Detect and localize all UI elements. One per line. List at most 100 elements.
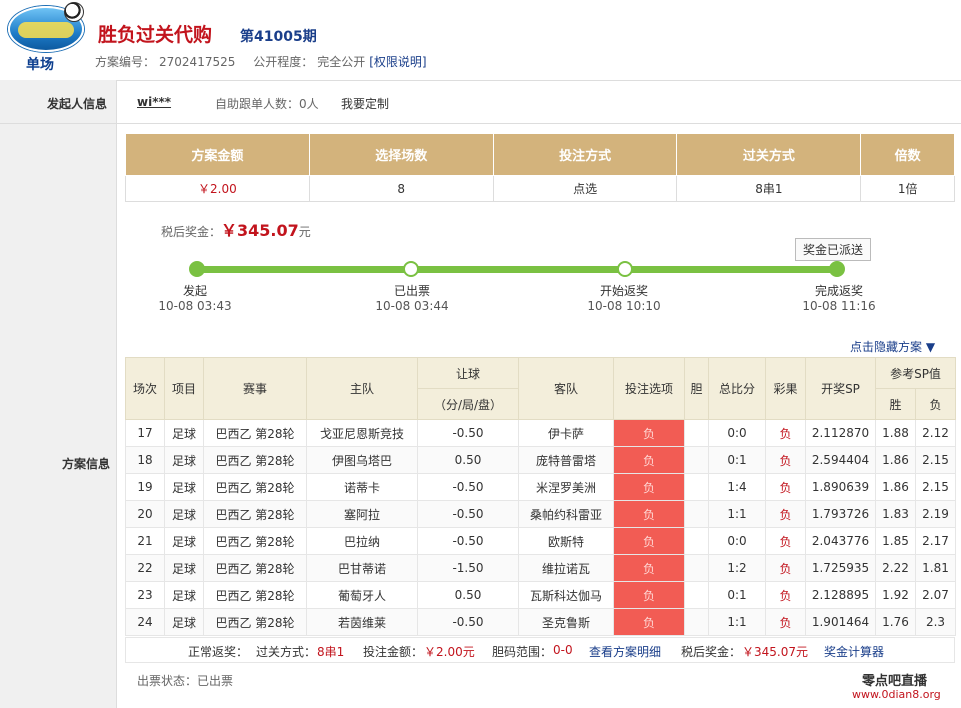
- cell-score: 1:1: [708, 500, 766, 528]
- col-header-banker: 胆: [684, 357, 709, 420]
- cell-pick: 负: [613, 473, 685, 501]
- logo-emblem-icon: [8, 2, 84, 52]
- cell-away-team: 瓦斯科达伽马: [518, 581, 614, 609]
- summary-amount: ￥2.00: [125, 175, 310, 202]
- cell-type: 足球: [164, 446, 204, 474]
- cell-ref-lose: 2.07: [914, 581, 957, 609]
- cell-league: 巴西乙 第28轮: [203, 446, 307, 474]
- col-header-score: 总比分: [708, 357, 766, 420]
- step-label: 开始返奖: [599, 284, 648, 298]
- summary-multiple: 1倍: [860, 175, 955, 202]
- cell-ref-lose: 2.12: [914, 419, 957, 447]
- col-header-away: 客队: [518, 357, 614, 420]
- cell-type: 足球: [164, 500, 204, 528]
- cell-home-team: 戈亚尼恩斯竞技: [306, 419, 418, 447]
- col-header-home: 主队: [306, 357, 418, 420]
- col-header-league: 赛事: [203, 357, 307, 420]
- sponsor-name-link[interactable]: wi***: [137, 95, 171, 109]
- progress-node-payout-done: [829, 261, 845, 277]
- cell-type: 足球: [164, 554, 204, 582]
- cell-ref-win: 1.88: [875, 419, 916, 447]
- cell-handicap: -0.50: [417, 527, 519, 555]
- cell-ref-lose: 2.15: [914, 446, 957, 474]
- cell-sp: 2.043776: [805, 527, 876, 555]
- cell-handicap: -0.50: [417, 419, 519, 447]
- cell-result: 负: [765, 419, 806, 447]
- cell-league: 巴西乙 第28轮: [203, 473, 307, 501]
- cell-pick: 负: [613, 500, 685, 528]
- cell-away-team: 米涅罗美洲: [518, 473, 614, 501]
- cell-handicap: 0.50: [417, 581, 519, 609]
- cell-handicap: -0.50: [417, 500, 519, 528]
- cell-pick: 负: [613, 419, 685, 447]
- after-tax-amount: ￥345.07: [221, 221, 299, 240]
- pass-value: 8串1: [317, 645, 345, 659]
- cell-type: 足球: [164, 608, 204, 636]
- cell-result: 负: [765, 527, 806, 555]
- summary-matches: 8: [308, 175, 494, 202]
- cell-sp: 1.725935: [805, 554, 876, 582]
- cell-score: 0:0: [708, 527, 766, 555]
- custom-follow-link[interactable]: 我要定制: [341, 95, 389, 112]
- cell-ref-lose: 2.17: [914, 527, 957, 555]
- visibility-label: 公开程度：: [253, 55, 314, 69]
- cell-no: 22: [125, 554, 165, 582]
- visibility-value: 完全公开: [317, 55, 366, 69]
- bet-label: 投注金额：: [363, 645, 424, 659]
- cell-pick: 负: [613, 554, 685, 582]
- cell-ref-win: 1.92: [875, 581, 916, 609]
- page-title: 胜负过关代购: [98, 24, 213, 46]
- summary-bet-type: 点选: [492, 175, 678, 202]
- plan-no-label: 方案编号：: [95, 55, 156, 69]
- cell-ref-lose: 2.3: [914, 608, 957, 636]
- progress-node-start: [189, 261, 205, 277]
- cell-score: 0:1: [708, 581, 766, 609]
- prize-dispatched-button[interactable]: 奖金已派送: [795, 238, 872, 261]
- cell-league: 巴西乙 第28轮: [203, 419, 307, 447]
- permission-link[interactable]: [权限说明]: [369, 55, 426, 69]
- ticket-status: 出票状态：已出票: [137, 674, 234, 688]
- sponsor-label: 发起人信息: [47, 97, 108, 111]
- col-header-pick: 投注选项: [613, 357, 685, 420]
- summary-header-matches: 选择场数: [308, 133, 494, 176]
- step-time: 10-08 10:10: [587, 299, 661, 313]
- cell-sp: 2.128895: [805, 581, 876, 609]
- cell-home-team: 葡萄牙人: [306, 581, 418, 609]
- cell-away-team: 维拉诺瓦: [518, 554, 614, 582]
- cell-banker: [684, 473, 709, 501]
- cell-score: 1:4: [708, 473, 766, 501]
- cell-no: 20: [125, 500, 165, 528]
- plan-summary-footer: 正常返奖： 过关方式： 8串1 投注金额： ￥2.00元 胆码范围： 0-0 查…: [125, 637, 955, 663]
- cell-away-team: 庞特普雷塔: [518, 446, 614, 474]
- cell-score: 0:0: [708, 419, 766, 447]
- site-logo[interactable]: 单场: [8, 2, 84, 73]
- progress-node-payout-start: [617, 261, 633, 277]
- plan-detail-table: 场次 项目 赛事 主队 让球 客队 投注选项 胆 总比分 彩果 开奖SP 参考S…: [125, 357, 957, 636]
- col-header-lose: 负: [914, 388, 957, 420]
- plan-no: 2702417525: [159, 55, 236, 69]
- hide-plan-link[interactable]: 点击隐藏方案 ▼: [850, 338, 935, 355]
- plan-meta: 方案编号： 2702417525 公开程度： 完全公开 [权限说明]: [95, 53, 431, 70]
- cell-ref-win: 1.76: [875, 608, 916, 636]
- prize-calculator-link[interactable]: 奖金计算器: [824, 643, 884, 660]
- cell-type: 足球: [164, 581, 204, 609]
- summary-header-multiple: 倍数: [860, 133, 955, 176]
- col-header-handicap-sub: （分/局/盘）: [417, 388, 519, 420]
- cell-away-team: 伊卡萨: [518, 419, 614, 447]
- cell-league: 巴西乙 第28轮: [203, 527, 307, 555]
- banker-range-value: 0-0: [553, 643, 573, 657]
- after-tax-label: 税后奖金：: [161, 225, 222, 239]
- col-header-sp: 开奖SP: [805, 357, 876, 420]
- cell-home-team: 伊图乌塔巴: [306, 446, 418, 474]
- cell-result: 负: [765, 554, 806, 582]
- view-detail-link[interactable]: 查看方案明细: [589, 643, 661, 660]
- label-column: [0, 80, 117, 708]
- cell-home-team: 巴甘蒂诺: [306, 554, 418, 582]
- brand-name: 零点吧直播: [862, 674, 928, 689]
- cell-ref-lose: 2.15: [914, 473, 957, 501]
- col-header-no: 场次: [125, 357, 165, 420]
- cell-ref-win: 1.86: [875, 446, 916, 474]
- cell-no: 23: [125, 581, 165, 609]
- cell-result: 负: [765, 473, 806, 501]
- cell-no: 24: [125, 608, 165, 636]
